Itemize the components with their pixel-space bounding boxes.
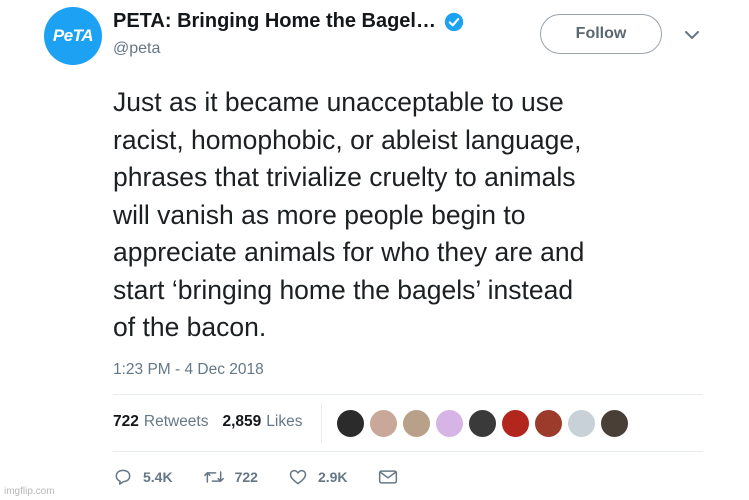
- follow-button[interactable]: Follow: [540, 14, 662, 54]
- retweet-count: 722: [234, 469, 258, 485]
- likes-count: 2,859: [222, 413, 262, 430]
- direct-message-action[interactable]: [378, 468, 408, 486]
- retweets-count: 722: [113, 413, 139, 430]
- stats-separator: [321, 403, 322, 443]
- retweets-label: Retweets: [143, 413, 209, 430]
- divider: [113, 394, 703, 395]
- user-handle[interactable]: @peta: [113, 40, 160, 58]
- reply-icon: [115, 469, 131, 485]
- tweet-timestamp[interactable]: 1:23 PM - 4 Dec 2018: [113, 361, 264, 379]
- liker-avatar[interactable]: [402, 409, 431, 438]
- liker-avatar[interactable]: [435, 409, 464, 438]
- like-count: 2.9K: [317, 469, 348, 485]
- liker-avatar[interactable]: [369, 409, 398, 438]
- divider: [113, 451, 703, 452]
- chevron-down-icon[interactable]: [684, 30, 700, 40]
- tweet-actions: 5.4K 722 2.9K: [113, 467, 438, 487]
- liker-avatar[interactable]: [336, 409, 365, 438]
- liker-avatar[interactable]: [567, 409, 596, 438]
- retweet-icon: [203, 471, 224, 483]
- like-action[interactable]: 2.9K: [288, 467, 348, 487]
- tweet-text: Just as it became unacceptable to use ra…: [113, 87, 585, 342]
- retweet-action[interactable]: 722: [203, 467, 258, 487]
- avatar[interactable]: PeTA: [44, 7, 102, 65]
- name-row: PETA: Bringing Home the Bagel…: [113, 10, 464, 33]
- avatar-logo-text: PeTA: [52, 26, 94, 45]
- liker-avatar[interactable]: [468, 409, 497, 438]
- liker-avatar[interactable]: [600, 409, 629, 438]
- heart-icon: [289, 469, 307, 485]
- liker-avatars: [336, 409, 633, 438]
- liker-avatar[interactable]: [534, 409, 563, 438]
- envelope-icon: [378, 470, 397, 484]
- display-name[interactable]: PETA: Bringing Home the Bagel…: [113, 10, 436, 33]
- verified-badge-icon: [444, 12, 464, 31]
- reply-action[interactable]: 5.4K: [113, 467, 173, 487]
- engagement-stats: 722 Retweets 2,859 Likes: [113, 413, 316, 431]
- watermark: imgflip.com: [4, 486, 55, 497]
- likes-stat[interactable]: 2,859 Likes: [223, 413, 303, 431]
- retweets-stat[interactable]: 722 Retweets: [113, 413, 209, 431]
- liker-avatar[interactable]: [501, 409, 530, 438]
- likes-label: Likes: [266, 413, 303, 430]
- reply-count: 5.4K: [143, 469, 173, 485]
